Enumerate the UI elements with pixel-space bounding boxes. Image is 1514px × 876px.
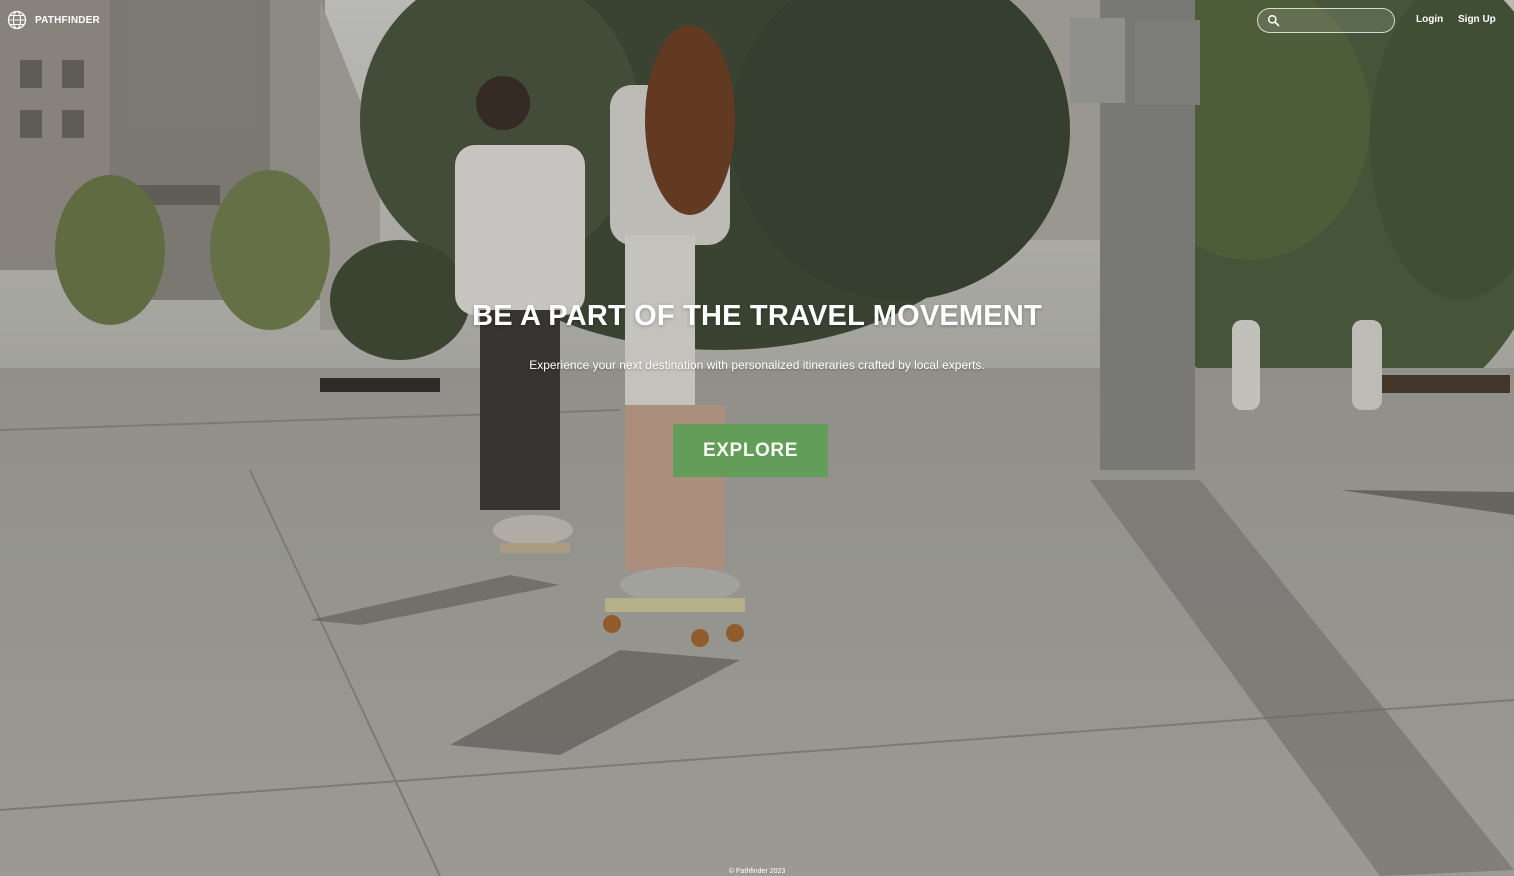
login-link[interactable]: Login <box>1416 14 1443 25</box>
signup-link[interactable]: Sign Up <box>1458 14 1496 25</box>
hero-subtitle: Experience your next destination with pe… <box>529 358 985 372</box>
search-input[interactable] <box>1284 12 1392 31</box>
globe-icon <box>7 10 27 30</box>
search-icon <box>1267 14 1280 27</box>
hero-title: BE A PART OF THE TRAVEL MOVEMENT <box>472 300 1042 332</box>
explore-button[interactable]: EXPLORE <box>673 424 828 477</box>
landing-page: PATHFINDER Login Sign Up BE A PART OF TH… <box>0 0 1514 876</box>
brand-name: PATHFINDER <box>35 14 100 26</box>
search-bar[interactable] <box>1257 8 1395 33</box>
top-navigation: PATHFINDER Login Sign Up <box>0 0 1514 42</box>
brand-logo[interactable]: PATHFINDER <box>7 10 100 30</box>
footer-copyright: © Pathfinder 2023 <box>728 868 786 875</box>
